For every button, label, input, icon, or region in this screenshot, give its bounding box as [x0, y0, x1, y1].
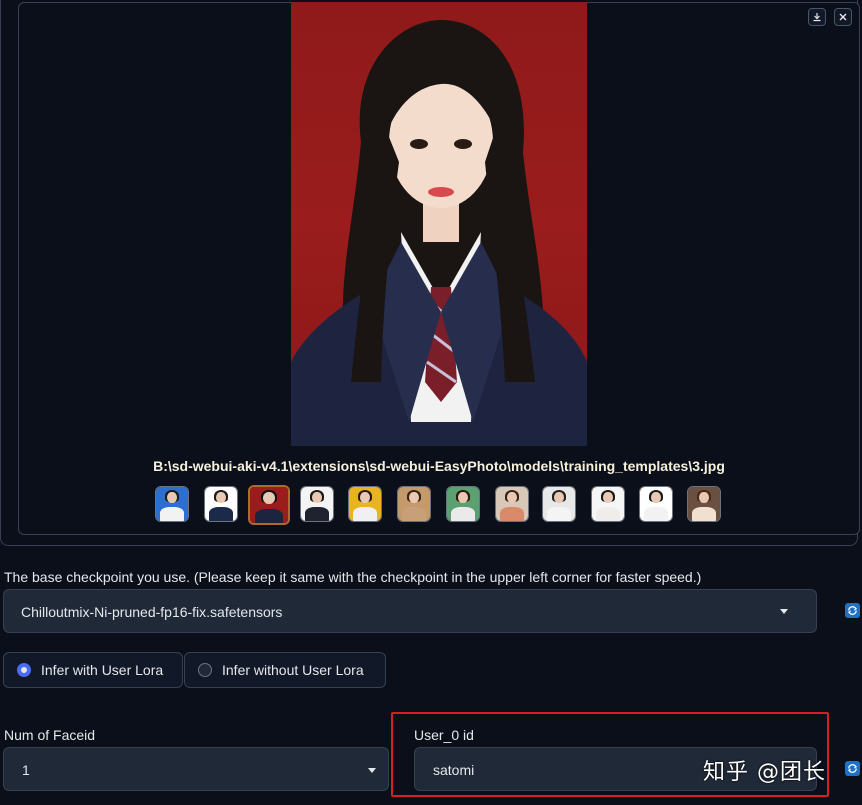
gallery-thumbnail[interactable]	[542, 486, 576, 522]
refresh-icon	[847, 764, 858, 773]
checkpoint-value: Chilloutmix-Ni-pruned-fp16-fix.safetenso…	[21, 604, 283, 620]
gallery-thumbnail[interactable]	[204, 486, 238, 522]
download-button[interactable]	[808, 8, 826, 26]
checkpoint-refresh-button[interactable]	[845, 603, 860, 618]
chevron-down-icon	[368, 768, 376, 773]
gallery-thumbnail[interactable]	[687, 486, 721, 522]
faceid-value: 1	[22, 762, 30, 778]
chevron-down-icon	[780, 609, 788, 614]
close-button[interactable]	[834, 8, 852, 26]
gallery-thumbnail[interactable]	[495, 486, 529, 522]
faceid-dropdown[interactable]: 1	[3, 747, 389, 791]
gallery-thumbnail[interactable]	[591, 486, 625, 522]
gallery-thumbnail[interactable]	[348, 486, 382, 522]
radio-infer-with-lora[interactable]: Infer with User Lora	[3, 652, 183, 688]
radio-label-with-lora: Infer with User Lora	[41, 662, 164, 678]
preview-image[interactable]	[291, 2, 587, 446]
radio-checked-icon[interactable]	[17, 663, 31, 677]
watermark: 知乎 @团长	[703, 760, 826, 785]
image-gallery: B:\sd-webui-aki-v4.1\extensions\sd-webui…	[0, 0, 860, 546]
close-icon	[839, 13, 847, 21]
checkpoint-dropdown[interactable]: Chilloutmix-Ni-pruned-fp16-fix.safetenso…	[3, 589, 817, 633]
gallery-thumbnail[interactable]	[639, 486, 673, 522]
refresh-icon	[847, 606, 858, 615]
faceid-label: Num of Faceid	[4, 727, 96, 743]
gallery-thumbnail[interactable]	[446, 486, 480, 522]
gallery-thumbnail[interactable]	[300, 486, 334, 522]
user-id-refresh-button[interactable]	[845, 761, 860, 776]
radio-infer-without-lora[interactable]: Infer without User Lora	[184, 652, 386, 688]
checkpoint-label: The base checkpoint you use. (Please kee…	[4, 569, 702, 585]
download-icon	[813, 13, 821, 22]
gallery-thumbnail[interactable]	[155, 486, 189, 522]
portrait-illustration	[291, 20, 587, 446]
image-path-caption: B:\sd-webui-aki-v4.1\extensions\sd-webui…	[153, 458, 725, 474]
radio-unchecked-icon[interactable]	[198, 663, 212, 677]
radio-label-without-lora: Infer without User Lora	[222, 662, 364, 678]
gallery-thumbnail[interactable]	[397, 486, 431, 522]
gallery-thumbnail[interactable]	[248, 485, 290, 525]
